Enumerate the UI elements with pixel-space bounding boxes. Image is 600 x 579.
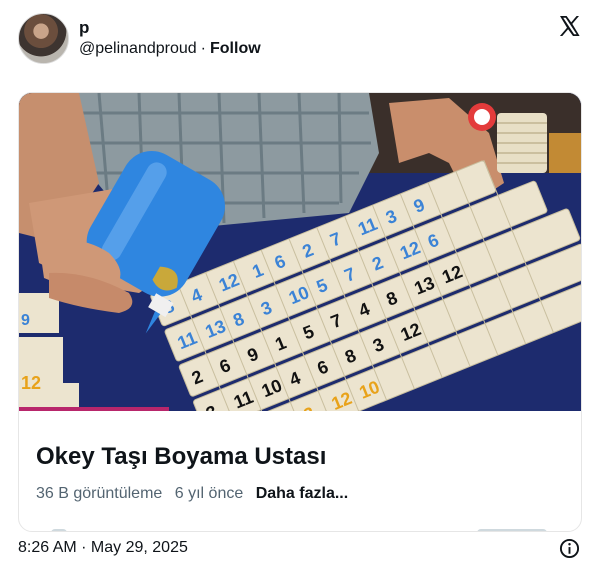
more-link[interactable]: Daha fazla... [256,485,348,502]
info-icon[interactable] [559,538,580,559]
x-logo-icon[interactable] [557,14,581,38]
avatar[interactable] [18,13,69,64]
separator-dot: · [200,40,206,57]
handle-line: @pelinandproud · Follow [79,40,261,58]
video-meta: 36 B görüntüleme 6 yıl önce Daha fazla..… [36,485,356,503]
video-title[interactable]: Okey Taşı Boyama Ustası [36,443,326,471]
view-count: 36 B görüntüleme [36,485,163,502]
author-handle[interactable]: @pelinandproud [79,40,197,57]
author-name[interactable]: p [79,18,89,38]
media-card[interactable]: 84 121 62 711 39 1113 83 105 72 126 26 9… [18,92,582,532]
follow-button[interactable]: Follow [210,40,261,57]
card-cutoff-button [477,529,547,531]
svg-text:9: 9 [21,312,30,329]
svg-text:12: 12 [21,373,41,393]
tweet-timestamp[interactable]: 8:26 AM · May 29, 2025 [18,539,188,557]
card-cutoff-element [51,529,67,531]
upload-age: 6 yıl önce [174,485,244,502]
tweet-header: p @pelinandproud · Follow [0,0,600,80]
video-thumbnail[interactable]: 84 121 62 711 39 1113 83 105 72 126 26 9… [19,93,581,411]
